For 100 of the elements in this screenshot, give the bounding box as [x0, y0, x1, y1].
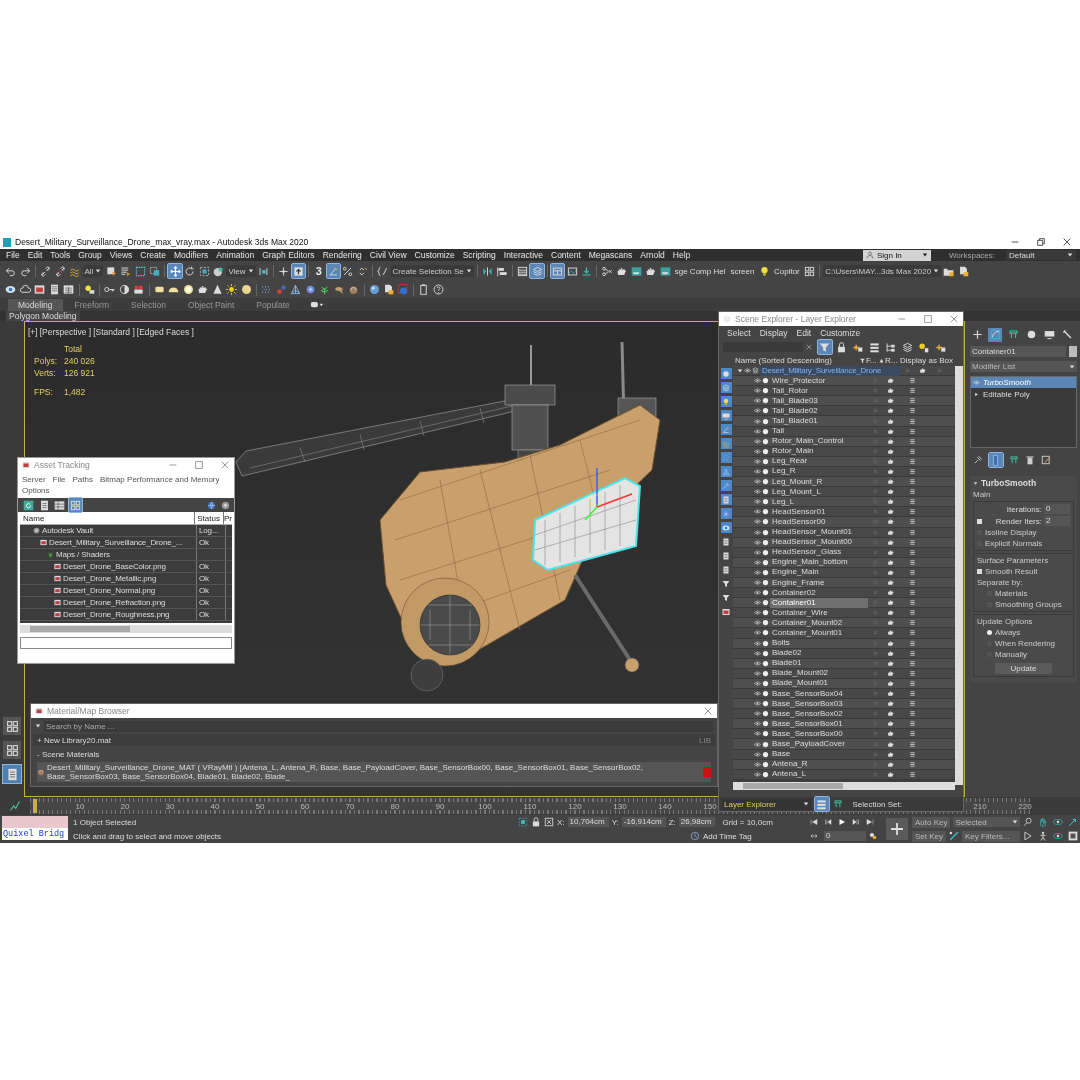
bridge-script-field[interactable]: Quixel Bridg: [2, 828, 68, 840]
menu-item[interactable]: Edit: [796, 328, 812, 338]
menu-item[interactable]: Options: [22, 486, 50, 495]
frame-number: 120: [567, 801, 583, 811]
group-label: Separate by:: [977, 578, 1024, 587]
toolbar-dropdown[interactable]: All: [82, 265, 104, 277]
toolbar-text-button[interactable]: Copitor: [771, 266, 802, 276]
menu-item[interactable]: Help: [672, 250, 691, 260]
rollout-title[interactable]: TurboSmooth: [981, 478, 1037, 488]
menu-item[interactable]: Scripting: [462, 250, 496, 260]
toolbar-text-button[interactable]: screen: [728, 266, 757, 276]
frame-number: 220: [1017, 801, 1033, 811]
menu-item[interactable]: Select: [727, 328, 751, 338]
auto-key-button[interactable]: Auto Key: [912, 816, 951, 828]
menu-item[interactable]: Modifiers: [173, 250, 209, 260]
search-field[interactable]: Search by Name ...: [44, 720, 713, 732]
coordinate-field[interactable]: 10,704cm: [567, 817, 609, 827]
add-time-tag-button[interactable]: Add Time Tag: [703, 831, 752, 841]
frame-number: 70: [344, 801, 356, 811]
menu-item[interactable]: Customize: [820, 328, 861, 338]
ribbon-tab[interactable]: Selection: [121, 298, 176, 311]
object-name[interactable]: Container01: [770, 597, 868, 608]
object-name-field[interactable]: Container01: [970, 346, 1066, 357]
explorer-dropdown[interactable]: Layer Explorer: [722, 798, 811, 810]
stats-header: Total: [64, 344, 83, 354]
menu-item[interactable]: Display: [759, 328, 788, 338]
field-label: Iterations:: [1005, 504, 1042, 514]
snap-toggle-button[interactable]: 3: [312, 264, 326, 278]
menu-item[interactable]: Customize: [414, 250, 455, 260]
viewport-label[interactable]: [Standard ]: [93, 327, 135, 337]
checkbox-label: Explicit Normals: [985, 539, 1043, 548]
iterations-spinner[interactable]: 0: [1044, 504, 1070, 514]
ribbon-tab[interactable]: Object Paint: [177, 298, 245, 311]
toolbar-dropdown[interactable]: Create Selection Se: [390, 265, 474, 277]
sign-in-dropdown[interactable]: Sign In: [862, 249, 931, 261]
column-header[interactable]: Display as Box: [900, 355, 953, 365]
viewport-label[interactable]: [Perspective ]: [39, 327, 92, 337]
column-header[interactable]: Pr: [223, 512, 232, 524]
current-frame-field[interactable]: 0: [824, 830, 866, 841]
axis-label: Z:: [668, 817, 676, 827]
asset-status: Ok: [199, 586, 209, 595]
menu-item[interactable]: Bitmap Performance and Memory: [99, 475, 220, 484]
group-label: Surface Parameters: [977, 556, 1050, 565]
menu-item[interactable]: Create: [140, 250, 166, 260]
menu-item[interactable]: Megascans: [588, 250, 633, 260]
menu-item[interactable]: Graph Editors: [262, 250, 315, 260]
viewport-label[interactable]: [Edged Faces ]: [136, 327, 194, 337]
modifier-stack-item[interactable]: Editable Poly: [971, 389, 1076, 400]
render-iters-spinner[interactable]: 2: [1044, 516, 1070, 526]
update-button[interactable]: Update: [994, 663, 1053, 674]
menu-item[interactable]: File: [6, 250, 20, 260]
stats-label: FPS:: [34, 387, 54, 397]
set-key-button[interactable]: Set Key: [912, 830, 946, 842]
modifier-stack-item[interactable]: TurboSmooth: [971, 377, 1076, 388]
asset-name: Desert_Drone_Normal.png: [63, 586, 156, 595]
workspace-dropdown[interactable]: Default: [1006, 250, 1076, 260]
viewport-label[interactable]: [+]: [28, 327, 38, 337]
frame-number: 20: [119, 801, 131, 811]
asset-name: Desert_Military_Surveillance_Drone_...: [49, 538, 183, 547]
asset-name: Maps / Shaders: [56, 550, 110, 559]
column-header[interactable]: Status: [194, 512, 223, 524]
asset-status: Log...: [199, 526, 219, 535]
menu-item[interactable]: Edit: [27, 250, 43, 260]
menu-item[interactable]: Civil View: [369, 250, 407, 260]
modifier-list-dropdown[interactable]: Modifier List: [970, 361, 1077, 372]
frame-number: 50: [254, 801, 266, 811]
scene-materials-group[interactable]: - Scene Materials: [37, 749, 100, 759]
menu-item[interactable]: Arnold: [640, 250, 665, 260]
ribbon-tab[interactable]: Freeform: [64, 298, 119, 311]
coordinate-field[interactable]: 26,98cm: [678, 817, 716, 827]
column-header[interactable]: R...: [885, 355, 899, 365]
menu-item[interactable]: Animation: [216, 250, 255, 260]
menu-item[interactable]: File: [52, 475, 66, 484]
column-header[interactable]: F...: [866, 355, 878, 365]
frame-number: 110: [522, 801, 538, 811]
column-header[interactable]: Name (Sorted Descending): [735, 355, 859, 365]
asset-status: Ok: [199, 598, 209, 607]
ribbon-panel-tab[interactable]: Polygon Modeling: [6, 311, 80, 321]
toolbar-dropdown[interactable]: View: [226, 265, 256, 277]
key-filters-button[interactable]: Key Filters...: [962, 830, 1020, 842]
menu-item[interactable]: Server: [22, 475, 46, 484]
field-label: Render Iters:: [994, 516, 1042, 526]
library-group[interactable]: + New Library20.mat: [37, 735, 112, 745]
group-label: Main: [973, 490, 992, 499]
coordinate-field[interactable]: -16,914cm: [621, 817, 666, 827]
ribbon-tab[interactable]: Modeling: [8, 298, 63, 311]
menu-item[interactable]: Interactive: [503, 250, 543, 260]
material-item[interactable]: Desert_Military_Surveillance_Drone_MAT ( VRayMtl ) [Antena_L, Antena_R, Base, Base_PayloadCover, Base_SensorBox00, Base_SensorBox01, Base_SensorBox02, Base_SensorBox03, Base_SensorBox04, Blade01, Blade02, Blade_: [37, 762, 711, 782]
menu-item[interactable]: Rendering: [322, 250, 362, 260]
ribbon-tab[interactable]: Populate: [246, 298, 300, 311]
menu-item[interactable]: Content: [551, 250, 581, 260]
menu-item[interactable]: Paths: [72, 475, 93, 484]
toolbar-text-button[interactable]: sge Comp Hel: [672, 266, 728, 276]
layer-name[interactable]: Desert_Military_Surveillance_Drone: [760, 365, 900, 376]
menu-item[interactable]: Views: [109, 250, 133, 260]
toolbar-dropdown[interactable]: C:\Users\MAY...3ds Max 2020: [823, 265, 942, 277]
key-mode-dropdown[interactable]: Selected: [953, 817, 1020, 827]
menu-item[interactable]: Tools: [50, 250, 71, 260]
asset-status: Ok: [199, 574, 209, 583]
menu-item[interactable]: Group: [78, 250, 102, 260]
